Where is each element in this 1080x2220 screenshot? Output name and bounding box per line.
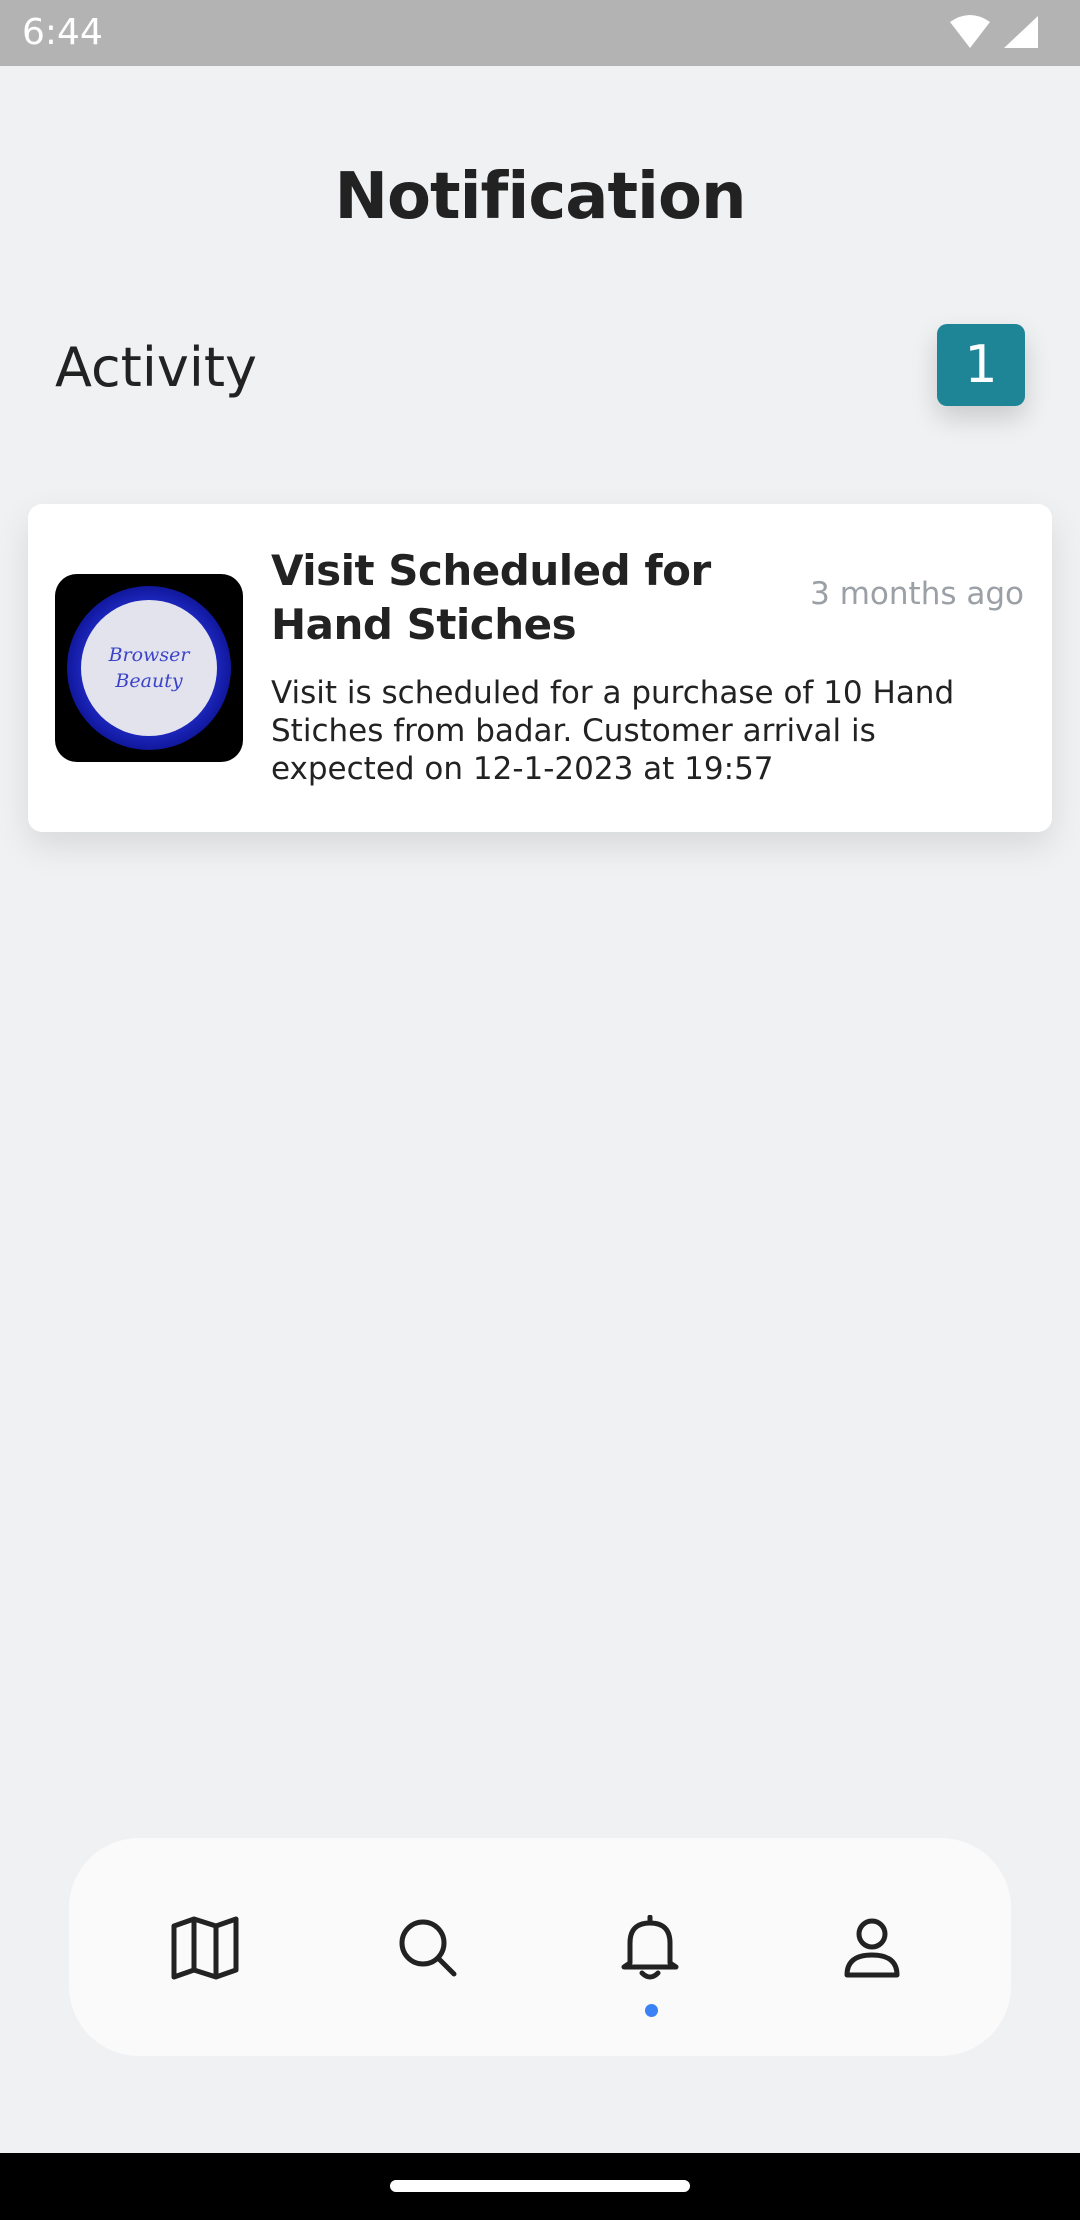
thumbnail-text-line1: Browser — [108, 644, 190, 666]
status-time: 6:44 — [22, 12, 103, 53]
notification-thumbnail: Browser Beauty — [55, 574, 243, 762]
home-indicator[interactable] — [390, 2180, 690, 2192]
search-icon — [399, 1919, 457, 1977]
status-bar: 6:44 — [0, 0, 1080, 66]
nav-notifications[interactable] — [600, 1898, 700, 1998]
nav-profile[interactable] — [822, 1898, 922, 1998]
thumbnail-text-line2: Beauty — [115, 670, 183, 692]
active-tab-indicator — [645, 2004, 658, 2017]
page-title: Notification — [334, 160, 746, 234]
activity-count-badge: 1 — [937, 324, 1025, 406]
notification-title: Visit Scheduled for Hand Stiches — [271, 546, 711, 649]
activity-label: Activity — [55, 336, 257, 399]
signal-icon — [1004, 16, 1038, 48]
nav-map[interactable] — [155, 1898, 255, 1998]
status-icons — [948, 14, 1040, 50]
wifi-icon — [950, 15, 990, 48]
map-icon — [171, 1916, 239, 1980]
user-icon — [844, 1918, 900, 1978]
nav-search[interactable] — [378, 1898, 478, 1998]
bottom-nav — [69, 1838, 1011, 2056]
notification-card[interactable]: Browser Beauty Visit Scheduled for Hand … — [28, 504, 1052, 832]
bell-icon — [621, 1915, 679, 1980]
notification-time: 3 months ago — [810, 576, 1024, 612]
notification-body: Visit is scheduled for a purchase of 10 … — [271, 675, 955, 787]
thumbnail-logo: Browser Beauty — [81, 600, 217, 736]
